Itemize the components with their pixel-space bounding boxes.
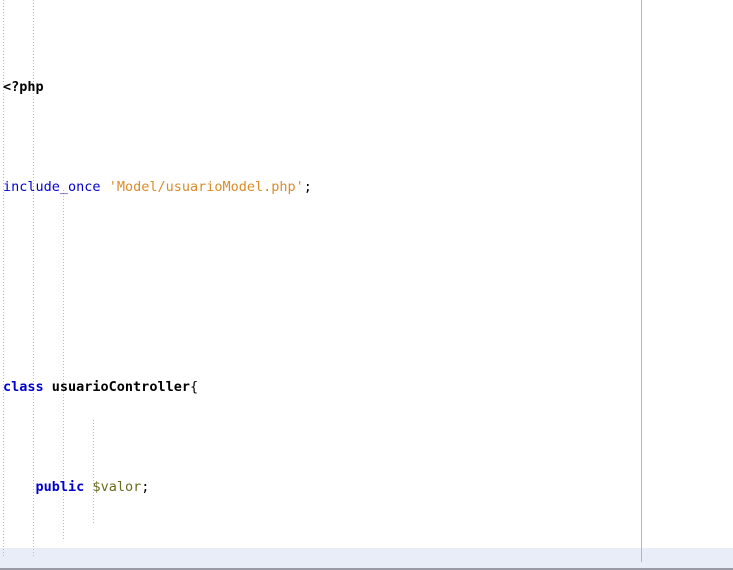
code-editor[interactable]: <?php include_once 'Model/usuarioModel.p… bbox=[0, 0, 733, 570]
code-line[interactable]: class usuarioController{ bbox=[0, 375, 733, 400]
keyword-public: public bbox=[35, 479, 85, 495]
semicolon: ; bbox=[303, 179, 312, 195]
code-line[interactable]: <?php bbox=[0, 75, 733, 100]
brace: { bbox=[189, 379, 199, 395]
code-line[interactable]: public $valor; bbox=[0, 475, 733, 500]
class-name: usuarioController bbox=[51, 379, 190, 395]
string-literal: 'Model/usuarioModel.php' bbox=[108, 179, 304, 195]
property-variable: $valor bbox=[92, 479, 142, 495]
code-content[interactable]: <?php include_once 'Model/usuarioModel.p… bbox=[0, 0, 733, 570]
php-open-tag: <?php bbox=[3, 79, 44, 95]
code-line[interactable]: include_once 'Model/usuarioModel.php'; bbox=[0, 175, 733, 200]
keyword-include-once: include_once bbox=[3, 179, 101, 195]
code-line-blank[interactable] bbox=[0, 275, 733, 300]
keyword-class: class bbox=[3, 379, 44, 395]
semicolon: ; bbox=[141, 479, 150, 495]
